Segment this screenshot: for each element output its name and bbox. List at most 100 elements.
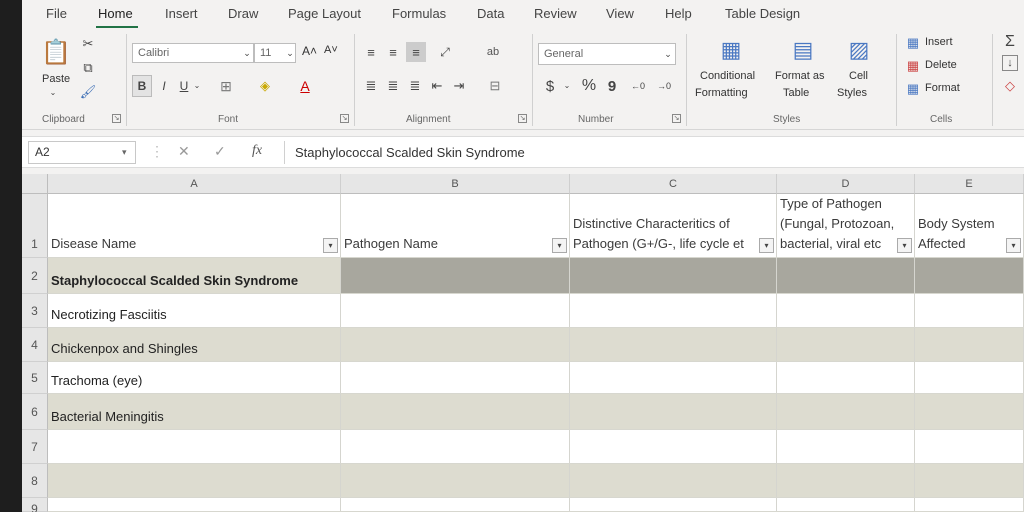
cell-c7[interactable] [570, 430, 777, 463]
formatting-label[interactable]: Formatting [695, 87, 748, 99]
cell-d8[interactable] [777, 464, 915, 497]
column-header-b[interactable]: B [341, 174, 570, 194]
borders-icon[interactable]: ⊞ [212, 75, 240, 97]
comma-style-button[interactable]: 9 [604, 75, 620, 97]
format-painter-icon[interactable]: 🖌 [80, 84, 97, 100]
cell-c9[interactable] [570, 498, 777, 511]
table-label[interactable]: Table [783, 87, 809, 99]
filter-dropdown-icon[interactable]: ▾ [897, 238, 912, 253]
alignment-launcher-icon[interactable]: ↘ [518, 114, 527, 123]
increase-indent-icon[interactable]: ⇥ [450, 75, 468, 97]
number-launcher-icon[interactable]: ↘ [672, 114, 681, 123]
tab-formulas[interactable]: Formulas [392, 6, 446, 21]
underline-button[interactable]: U [176, 75, 192, 97]
tab-help[interactable]: Help [665, 6, 692, 21]
cell-c3[interactable] [570, 294, 777, 327]
conditional-label[interactable]: Conditional [700, 70, 755, 82]
styles-label[interactable]: Styles [837, 87, 867, 99]
row-header-3[interactable]: 3 [22, 294, 48, 328]
fill-icon[interactable]: ↓ [1002, 55, 1018, 71]
cell-a9[interactable] [48, 498, 341, 511]
align-top-icon[interactable]: ≡ [362, 42, 380, 62]
header-cell-disease-name[interactable]: Disease Name ▾ [48, 194, 341, 257]
cell-d6[interactable] [777, 394, 915, 429]
cell-b7[interactable] [341, 430, 570, 463]
paste-label[interactable]: Paste [42, 73, 70, 85]
tab-file[interactable]: File [46, 6, 67, 21]
cell-e7[interactable] [915, 430, 1024, 463]
increase-decimal-icon[interactable]: ←0 [626, 75, 650, 97]
cell-a7[interactable] [48, 430, 341, 463]
italic-button[interactable]: I [156, 75, 172, 97]
column-header-a[interactable]: A [48, 174, 341, 194]
cell-b3[interactable] [341, 294, 570, 327]
row-header-8[interactable]: 8 [22, 464, 48, 498]
row-header-7[interactable]: 7 [22, 430, 48, 464]
column-header-c[interactable]: C [570, 174, 777, 194]
row-header-1[interactable]: 1 [22, 194, 48, 258]
autosum-button[interactable]: Σ [1000, 32, 1020, 52]
delete-cells-icon[interactable]: ▦ [904, 57, 922, 75]
column-header-d[interactable]: D [777, 174, 915, 194]
cell-d2[interactable] [777, 258, 915, 293]
cell-b5[interactable] [341, 362, 570, 393]
shrink-font-button[interactable]: A˅ [324, 44, 338, 56]
insert-function-button[interactable]: fx [252, 143, 262, 159]
cut-icon[interactable]: ✂ [80, 36, 96, 52]
cell-d9[interactable] [777, 498, 915, 511]
align-left-icon[interactable]: ≣ [362, 75, 380, 97]
column-header-e[interactable]: E [915, 174, 1024, 194]
delete-cells-button[interactable]: Delete [925, 59, 957, 71]
decrease-indent-icon[interactable]: ⇤ [428, 75, 446, 97]
format-as-table-icon[interactable]: ▤ [788, 36, 818, 64]
align-middle-icon[interactable]: ≡ [384, 42, 402, 62]
cell-d4[interactable] [777, 328, 915, 361]
row-header-6[interactable]: 6 [22, 394, 48, 430]
cell-e2[interactable] [915, 258, 1024, 293]
bold-button[interactable]: B [132, 75, 152, 97]
row-header-9[interactable]: 9 [22, 498, 48, 512]
filter-dropdown-icon[interactable]: ▾ [1006, 238, 1021, 253]
align-center-icon[interactable]: ≣ [384, 75, 402, 97]
copy-icon[interactable]: ⧉ [80, 60, 96, 76]
font-name-select[interactable]: Calibri [132, 43, 254, 63]
format-as-label[interactable]: Format as [775, 70, 825, 82]
formula-input[interactable]: Staphylococcal Scalded Skin Syndrome [284, 141, 1024, 164]
font-name-dropdown-icon[interactable]: ⌄ [241, 45, 253, 61]
cell-b8[interactable] [341, 464, 570, 497]
paste-icon[interactable]: 📋 [38, 34, 74, 70]
orientation-icon[interactable]: ⤢ [430, 42, 460, 62]
cell-a8[interactable] [48, 464, 341, 497]
row-header-5[interactable]: 5 [22, 362, 48, 394]
cell-c4[interactable] [570, 328, 777, 361]
clipboard-launcher-icon[interactable]: ↘ [112, 114, 121, 123]
filter-dropdown-icon[interactable]: ▾ [759, 238, 774, 253]
enter-icon[interactable]: ✓ [214, 143, 226, 160]
tab-insert[interactable]: Insert [165, 6, 198, 21]
tab-view[interactable]: View [606, 6, 634, 21]
cell-b4[interactable] [341, 328, 570, 361]
underline-dropdown-icon[interactable]: ⌄ [192, 80, 202, 90]
name-box[interactable]: A2 [28, 141, 136, 164]
merge-center-icon[interactable]: ⊟ [482, 75, 508, 97]
tab-data[interactable]: Data [477, 6, 504, 21]
cell-a6[interactable]: Bacterial Meningitis [48, 394, 341, 429]
filter-dropdown-icon[interactable]: ▾ [323, 238, 338, 253]
cell-c5[interactable] [570, 362, 777, 393]
font-launcher-icon[interactable]: ↘ [340, 114, 349, 123]
cell-b9[interactable] [341, 498, 570, 511]
format-cells-button[interactable]: Format [925, 82, 960, 94]
decrease-decimal-icon[interactable]: →0 [652, 75, 676, 97]
cell-b2[interactable] [341, 258, 570, 293]
percent-button[interactable]: % [578, 75, 600, 97]
number-format-select[interactable]: General [538, 43, 676, 65]
cell-b6[interactable] [341, 394, 570, 429]
insert-cells-button[interactable]: Insert [925, 36, 953, 48]
tab-review[interactable]: Review [534, 6, 577, 21]
cell-e6[interactable] [915, 394, 1024, 429]
cell-e4[interactable] [915, 328, 1024, 361]
cell-e5[interactable] [915, 362, 1024, 393]
cell-styles-icon[interactable]: ▨ [844, 36, 874, 64]
cell-a5[interactable]: Trachoma (eye) [48, 362, 341, 393]
cell-e8[interactable] [915, 464, 1024, 497]
